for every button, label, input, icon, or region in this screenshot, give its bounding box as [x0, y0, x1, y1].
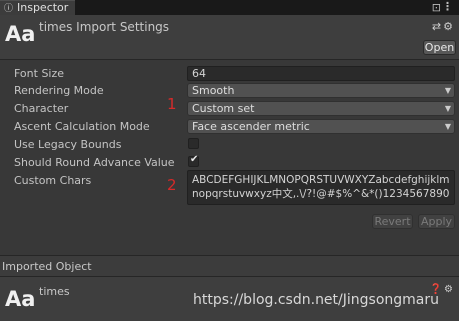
lock-icon[interactable]: ⊡ — [432, 1, 441, 14]
ascent-mode-label: Ascent Calculation Mode — [14, 120, 150, 133]
presets-icon[interactable]: ⇄ — [432, 20, 443, 33]
legacy-bounds-label: Use Legacy Bounds — [14, 138, 122, 151]
tab-bar: ⓘ Inspector ⊡ ⋮ — [0, 0, 459, 15]
imported-object-header: Imported Object — [0, 256, 459, 276]
divider — [0, 59, 459, 60]
legacy-bounds-row: Use Legacy Bounds — [0, 136, 459, 154]
round-advance-label: Should Round Advance Value — [14, 156, 175, 169]
imported-object-name: times — [39, 285, 70, 298]
revert-button[interactable]: Revert — [372, 214, 413, 229]
more-options-icon[interactable]: ⋮ — [442, 0, 453, 13]
chevron-down-icon: ▼ — [444, 122, 451, 131]
rendering-mode-row: Rendering Mode Smooth ▼ — [0, 82, 459, 100]
font-asset-icon: Aa — [5, 287, 36, 311]
annotation-two: 2 — [167, 176, 177, 194]
ascent-mode-value: Face ascender metric — [192, 120, 310, 133]
chevron-down-icon: ▼ — [444, 104, 451, 113]
round-advance-checkbox[interactable]: ✔ — [188, 154, 199, 167]
legacy-bounds-checkbox[interactable] — [188, 138, 199, 149]
chevron-down-icon: ▼ — [444, 86, 451, 95]
inspector-header: Aa times Import Settings ⇄⚙ Open — [0, 15, 459, 59]
font-size-label: Font Size — [14, 67, 65, 80]
ascent-mode-row: Ascent Calculation Mode Face ascender me… — [0, 118, 459, 136]
checkmark-icon: ✔ — [190, 154, 199, 165]
page-title: times Import Settings — [39, 20, 170, 34]
tab-label: Inspector — [17, 1, 69, 14]
rendering-mode-label: Rendering Mode — [14, 84, 104, 97]
open-button[interactable]: Open — [423, 40, 456, 55]
watermark: https://blog.csdn.net/Jingsongmaru — [193, 292, 439, 308]
font-size-input[interactable]: 64 — [187, 66, 455, 81]
rendering-mode-dropdown[interactable]: Smooth ▼ — [187, 83, 455, 98]
gear-icon[interactable]: ⚙ — [444, 284, 455, 295]
character-row: Character Custom set ▼ — [0, 100, 459, 118]
imported-object-label: Imported Object — [2, 260, 92, 273]
font-asset-icon: Aa — [5, 22, 36, 46]
apply-button[interactable]: Apply — [418, 214, 455, 229]
font-size-row: Font Size 64 — [0, 65, 459, 83]
custom-chars-textarea[interactable]: ABCDEFGHIJKLMNOPQRSTUVWXYZabcdefghijklmn… — [187, 170, 455, 205]
ascent-mode-dropdown[interactable]: Face ascender metric ▼ — [187, 119, 455, 134]
tab-inspector[interactable]: ⓘ Inspector — [0, 0, 75, 15]
character-dropdown[interactable]: Custom set ▼ — [187, 101, 455, 116]
character-value: Custom set — [192, 102, 255, 115]
custom-chars-label: Custom Chars — [14, 174, 92, 187]
gear-icon[interactable]: ⚙ — [443, 20, 455, 33]
annotation-one: 1 — [167, 95, 177, 113]
character-label: Character — [14, 102, 69, 115]
rendering-mode-value: Smooth — [192, 84, 235, 97]
